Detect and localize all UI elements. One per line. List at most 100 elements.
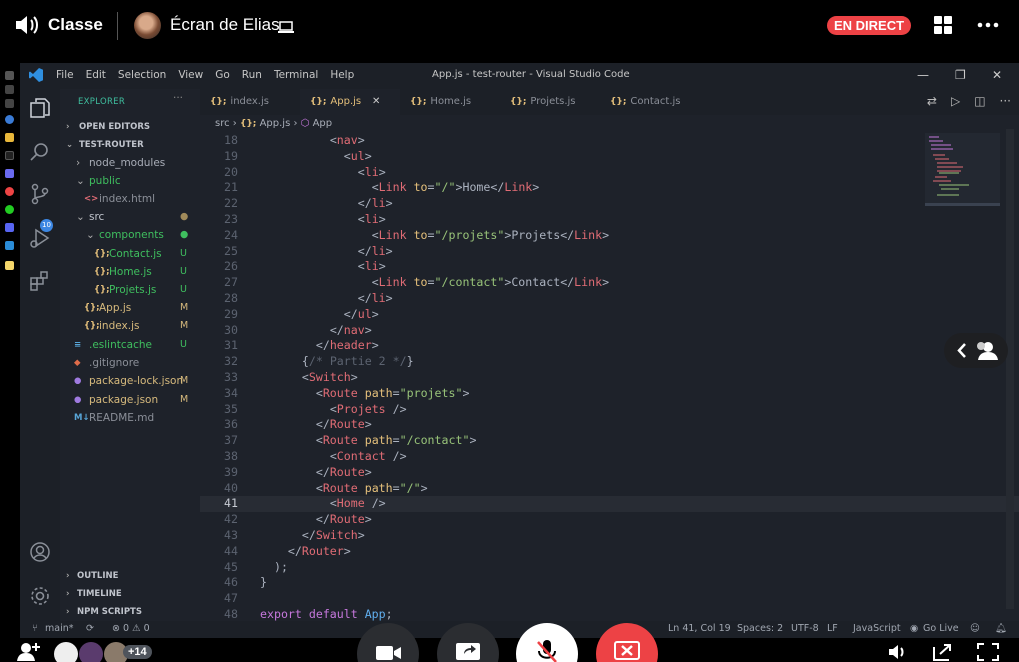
tree-section[interactable]: ⌄ TEST-ROUTER [60,136,200,154]
more-actions-icon[interactable]: ··· [1000,94,1011,108]
vscode-taskbar-icon[interactable] [5,241,14,250]
code-line[interactable]: 21 <Link to="/">Home</Link> [200,180,1019,196]
run-icon[interactable]: ▷ [951,94,960,108]
code-line[interactable]: 23 <li> [200,212,1019,228]
tab-close-icon[interactable]: ✕ [372,89,380,115]
menu-edit[interactable]: Edit [86,69,106,81]
breadcrumb-file[interactable]: App.js [260,118,291,129]
indentation[interactable]: Spaces: 2 [737,623,783,634]
taskbar-icon[interactable] [5,85,14,94]
code-line[interactable]: 41 <Home /> [200,496,1019,513]
code-line[interactable]: 42 </Route> [200,512,1019,528]
tree-folder[interactable]: ⌄ components ● [60,226,200,244]
code-line[interactable]: 40 <Route path="/"> [200,481,1019,497]
code-line[interactable]: 31 </header> [200,338,1019,354]
tab-index-js[interactable]: {}; index.js [200,89,300,115]
breadcrumb-folder[interactable]: src [215,118,230,129]
code-line[interactable]: 32 {/* Partie 2 */} [200,354,1019,370]
tree-file[interactable]: ● package-lock.json M [60,372,200,390]
participants-toggle[interactable] [944,333,1008,368]
code-line[interactable]: 18 <nav> [200,133,1019,149]
spotify-icon[interactable] [5,205,14,214]
tree-file[interactable]: {}; App.js M [60,299,200,317]
code-line[interactable]: 28 </li> [200,291,1019,307]
fullscreen-icon[interactable] [977,643,999,662]
menu-run[interactable]: Run [242,69,262,81]
tree-section[interactable]: › OPEN EDITORS [60,118,200,136]
explorer-more-icon[interactable]: ··· [173,92,183,104]
tree-file[interactable]: ≡ .eslintcache U [60,336,200,354]
search-icon[interactable] [29,141,51,167]
code-line[interactable]: 36 </Route> [200,417,1019,433]
extra-participants-count[interactable]: +14 [123,645,152,659]
compare-changes-icon[interactable]: ⇄ [927,94,937,108]
menu-terminal[interactable]: Terminal [274,69,318,81]
tab-contact-js[interactable]: {}; Contact.js [600,89,700,115]
code-line[interactable]: 19 <ul> [200,149,1019,165]
tree-file[interactable]: {}; index.js M [60,317,200,335]
source-control-icon[interactable] [29,183,51,209]
code-line[interactable]: 34 <Route path="projets"> [200,386,1019,402]
minimap[interactable] [925,133,1000,223]
discord-icon[interactable] [5,223,14,232]
taskbar-icon[interactable] [5,151,14,160]
menu-file[interactable]: File [56,69,74,81]
explorer-icon[interactable] [29,97,51,123]
participant-avatar[interactable] [54,642,78,662]
tree-file[interactable]: <> index.html [60,190,200,208]
grid-view-icon[interactable] [934,16,952,38]
code-line[interactable]: 30 </nav> [200,323,1019,339]
split-editor-icon[interactable]: ◫ [974,94,985,108]
feedback-icon[interactable]: ☺ [970,623,980,634]
menu-view[interactable]: View [178,69,203,81]
taskbar-icon[interactable] [5,169,14,178]
code-line[interactable]: 24 <Link to="/projets">Projets</Link> [200,228,1019,244]
participant-avatar[interactable] [79,642,103,662]
vertical-scrollbar[interactable] [1006,129,1014,609]
menu-help[interactable]: Help [330,69,354,81]
account-icon[interactable] [29,541,51,567]
language-mode[interactable]: JavaScript [853,623,901,634]
tree-file[interactable]: {}; Contact.js U [60,245,200,263]
tab-projets-js[interactable]: {}; Projets.js [500,89,600,115]
notes-icon[interactable] [5,261,14,270]
taskbar-icon[interactable] [5,99,14,108]
line-ending[interactable]: LF [827,623,838,634]
code-line[interactable]: 20 <li> [200,165,1019,181]
popout-icon[interactable] [932,643,954,662]
code-line[interactable]: 44 </Router> [200,544,1019,560]
folder-icon[interactable] [5,133,14,142]
code-line[interactable]: 25 </li> [200,244,1019,260]
tree-file[interactable]: ● package.json M [60,391,200,409]
taskbar-icon[interactable] [5,71,14,80]
code-line[interactable]: 38 <Contact /> [200,449,1019,465]
code-line[interactable]: 35 <Projets /> [200,402,1019,418]
tree-file[interactable]: ◆ .gitignore [60,354,200,372]
run-debug-icon[interactable] [29,227,51,253]
code-line[interactable]: 29 </ul> [200,307,1019,323]
extensions-icon[interactable] [29,269,51,295]
tree-file[interactable]: M↓ README.md [60,409,200,427]
code-line[interactable]: 39 </Route> [200,465,1019,481]
menu-go[interactable]: Go [215,69,230,81]
tab-home-js[interactable]: {}; Home.js [400,89,500,115]
volume-icon[interactable] [888,643,908,662]
speaker-icon[interactable] [14,14,40,40]
problems-indicator[interactable]: ⊗ 0 ⚠ 0 [112,623,150,634]
section-outline[interactable]: › OUTLINE [60,567,200,585]
code-line[interactable]: 47 [200,591,1019,607]
tree-folder[interactable]: › node_modules [60,154,200,172]
more-options-icon[interactable] [977,16,999,38]
tab-app-js[interactable]: {}; App.js ✕ [300,89,400,115]
edge-icon[interactable] [5,115,14,124]
code-line[interactable]: 33 <Switch> [200,370,1019,386]
add-user-icon[interactable] [16,641,42,662]
code-line[interactable]: 26 <li> [200,259,1019,275]
tree-folder[interactable]: ⌄ src ● [60,208,200,226]
chrome-icon[interactable] [5,187,14,196]
code-line[interactable]: 37 <Route path="/contact"> [200,433,1019,449]
go-live-button[interactable]: Go Live [923,623,959,634]
code-line[interactable]: 43 </Switch> [200,528,1019,544]
section-timeline[interactable]: › TIMELINE [60,585,200,603]
tree-folder[interactable]: ⌄ public [60,172,200,190]
